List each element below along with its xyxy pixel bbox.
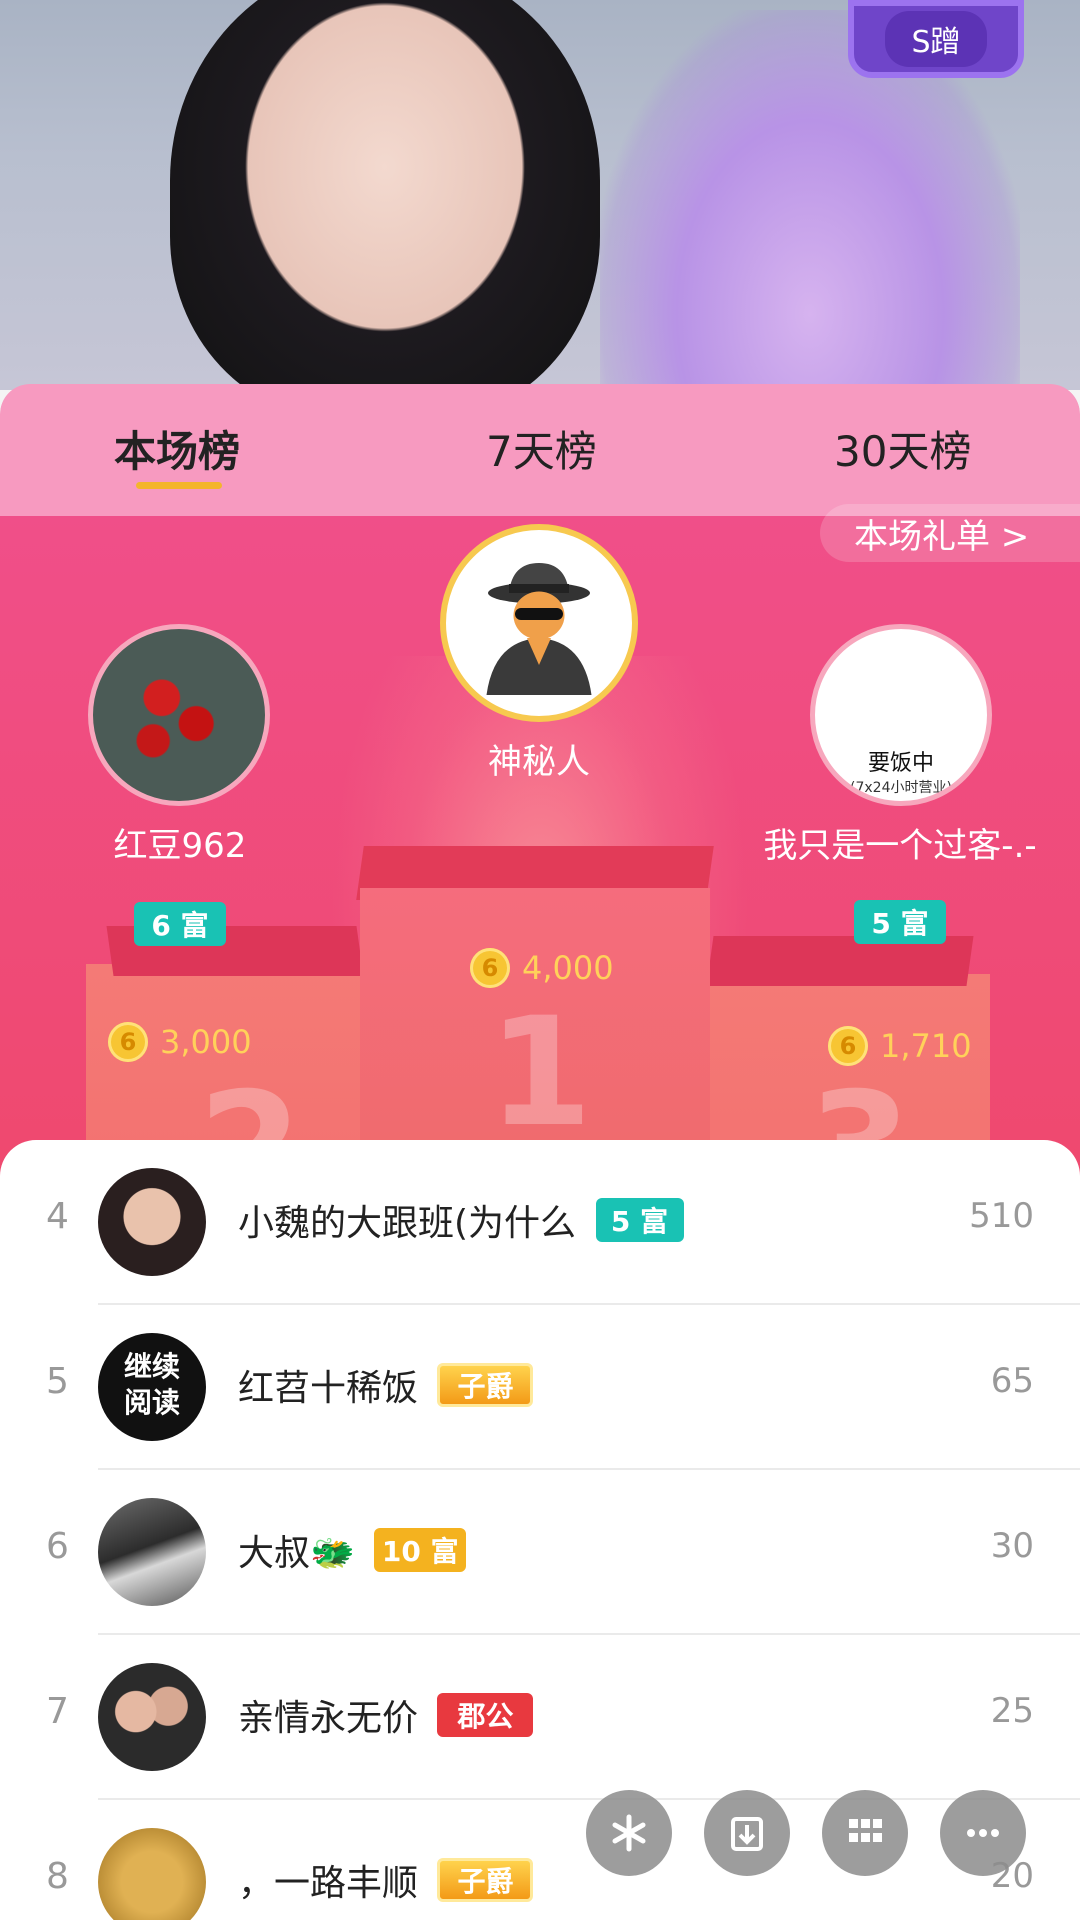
- top-badge-label: S蹭: [885, 11, 987, 67]
- second-place-name: 红豆962: [113, 826, 247, 866]
- grid-icon: [849, 1819, 882, 1842]
- contribution-value: 510: [969, 1196, 1034, 1236]
- tab-bar: 本场榜 7天榜 30天榜: [0, 384, 1080, 516]
- second-place-coins: 6 3,000: [108, 1022, 252, 1062]
- download-icon: [731, 1817, 763, 1851]
- first-place-avatar[interactable]: [440, 524, 638, 722]
- top-badge[interactable]: S蹭: [848, 0, 1024, 78]
- rank-number: 5: [46, 1361, 69, 1402]
- gift-list-link[interactable]: 本场礼单 >: [820, 504, 1080, 562]
- user-name-text: 大叔🐲: [238, 1533, 355, 1574]
- mystery-man-icon: [486, 563, 592, 695]
- second-place-avatar[interactable]: [88, 624, 270, 806]
- coin-icon: 6: [470, 948, 510, 988]
- contribution-value: 65: [990, 1361, 1034, 1401]
- avatar[interactable]: [98, 1828, 206, 1920]
- ranking-list: 4 小魏的大跟班(为什么 5 富 510 5 继续 阅读 红苕十稀饭 子爵 65…: [0, 1140, 1080, 1920]
- contribution-value: 30: [990, 1526, 1034, 1566]
- active-tab-indicator: [136, 482, 222, 489]
- user-name: 小魏的大跟班(为什么 5 富: [238, 1194, 684, 1246]
- user-name-text: 小魏的大跟班(为什么: [238, 1203, 577, 1244]
- noble-badge: 子爵: [437, 1858, 534, 1902]
- tab-30-days[interactable]: 30天榜: [834, 418, 971, 479]
- user-name-text: 红苕十稀饭: [238, 1368, 419, 1409]
- rank-number: 4: [46, 1196, 69, 1237]
- avatar[interactable]: [98, 1663, 206, 1771]
- level-badge: 5 富: [595, 1198, 684, 1242]
- tab-7-days[interactable]: 7天榜: [486, 418, 597, 479]
- avatar[interactable]: [98, 1498, 206, 1606]
- more-icon: [967, 1829, 999, 1837]
- coin-icon: 6: [108, 1022, 148, 1062]
- third-place-level-badge: 5 富: [854, 900, 946, 944]
- save-button[interactable]: [704, 1790, 790, 1876]
- level-badge: 10 富: [374, 1528, 467, 1572]
- streamer-image: [170, 0, 600, 390]
- first-place-name: 神秘人: [488, 742, 590, 782]
- third-place-avatar[interactable]: 要饭中 (7x24小时营业): [810, 624, 992, 806]
- third-avatar-subcaption: (7x24小时营业): [850, 780, 952, 796]
- list-item[interactable]: 5 继续 阅读 红苕十稀饭 子爵 65: [0, 1305, 1080, 1470]
- rank-number: 8: [46, 1856, 69, 1897]
- leaderboard-panel: 本场榜 7天榜 30天榜 本场礼单 > 1 2 3: [0, 384, 1080, 1920]
- first-place-coins: 6 4,000: [470, 948, 614, 988]
- rank-number: 7: [46, 1691, 69, 1732]
- user-name-text: ，一路丰顺: [238, 1863, 419, 1904]
- avatar[interactable]: [98, 1168, 206, 1276]
- list-item[interactable]: 7 亲情永无价 郡公 25: [0, 1635, 1080, 1800]
- list-item[interactable]: 8 ，一路丰顺 子爵 20: [0, 1800, 1080, 1920]
- second-place-level-badge: 6 富: [134, 902, 226, 946]
- sparkle-button[interactable]: [586, 1790, 672, 1876]
- grid-button[interactable]: [822, 1790, 908, 1876]
- user-name: 大叔🐲 10 富: [238, 1524, 467, 1576]
- user-name: 亲情永无价 郡公: [238, 1689, 534, 1741]
- sparkle-icon: [612, 1814, 646, 1852]
- noble-badge: 子爵: [437, 1363, 534, 1407]
- coin-icon: 6: [828, 1026, 868, 1066]
- avatar[interactable]: 继续 阅读: [98, 1333, 206, 1441]
- live-video: S蹭: [0, 0, 1080, 390]
- list-item[interactable]: 6 大叔🐲 10 富 30: [0, 1470, 1080, 1635]
- third-place-coin-value: 1,710: [880, 1027, 972, 1065]
- more-button[interactable]: [940, 1790, 1026, 1876]
- first-place-coin-value: 4,000: [522, 949, 614, 987]
- user-name-text: 亲情永无价: [238, 1698, 419, 1739]
- user-name: ，一路丰顺 子爵: [238, 1854, 534, 1906]
- noble-badge: 郡公: [437, 1693, 534, 1737]
- podium-number-1: 1: [488, 986, 593, 1160]
- contribution-value: 25: [990, 1691, 1034, 1731]
- second-place-coin-value: 3,000: [160, 1023, 252, 1061]
- tab-this-session[interactable]: 本场榜: [114, 418, 240, 479]
- list-item[interactable]: 4 小魏的大跟班(为什么 5 富 510: [0, 1140, 1080, 1305]
- third-place-coins: 6 1,710: [828, 1026, 972, 1066]
- rank-number: 6: [46, 1526, 69, 1567]
- third-avatar-caption: 要饭中: [867, 751, 934, 776]
- user-name: 红苕十稀饭 子爵: [238, 1359, 534, 1411]
- third-place-name: 我只是一个过客-.-: [763, 826, 1037, 866]
